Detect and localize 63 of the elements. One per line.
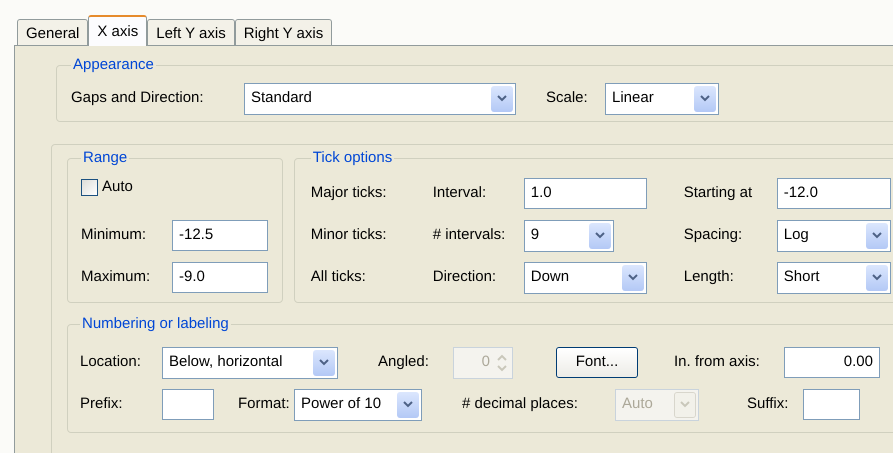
prefix-field[interactable]	[162, 389, 214, 420]
dropdown-arrow-button[interactable]	[694, 86, 716, 112]
field-label: Angled:	[378, 352, 430, 372]
field-label: Spacing:	[684, 225, 744, 246]
field-label: Scale:	[546, 88, 589, 108]
dropdown[interactable]: Short	[776, 262, 891, 294]
tab[interactable]: General	[17, 19, 88, 45]
field-label: Direction:	[432, 267, 498, 288]
group-title: Numbering or labeling	[81, 314, 230, 334]
field-label: Minor ticks:	[310, 225, 388, 246]
field-label: # decimal places:	[462, 394, 579, 414]
field-label: Length:	[684, 267, 735, 288]
text-field[interactable]: 0.00	[784, 347, 880, 378]
tab[interactable]: X axis	[88, 15, 148, 46]
dropdown[interactable]: Linear	[605, 82, 719, 114]
chevron-down-icon	[594, 232, 605, 239]
field-label: Prefix:	[80, 394, 124, 414]
field-label: Maximum:	[81, 267, 152, 288]
field-label: In. from axis:	[674, 352, 761, 372]
chevron-down-icon	[700, 95, 710, 102]
field-label: Format:	[238, 394, 291, 414]
dropdown[interactable]: Below, horizontal	[162, 346, 338, 378]
dropdown[interactable]: Down	[524, 262, 647, 294]
group-title: Appearance	[72, 55, 155, 75]
field-label: Minimum:	[81, 225, 148, 246]
dropdown[interactable]: 9	[524, 220, 614, 252]
tab[interactable]: Right Y axis	[234, 19, 332, 45]
field-label: Interval:	[432, 183, 488, 204]
chevron-down-icon	[319, 359, 329, 366]
chevron-down-icon	[403, 401, 413, 408]
checkbox[interactable]	[81, 179, 98, 196]
field-label: All ticks:	[310, 267, 367, 288]
dropdown-arrow-button[interactable]	[491, 86, 513, 112]
chevron-down-icon	[680, 401, 690, 408]
dropdown[interactable]: Log	[776, 220, 891, 252]
dropdown-arrow-button[interactable]	[397, 392, 419, 418]
dropdown-arrow-button[interactable]	[622, 264, 644, 290]
field-label: Suffix:	[747, 394, 790, 414]
dropdown-arrow-button[interactable]	[866, 222, 888, 248]
group-title: Range	[82, 148, 128, 168]
field-label: Location:	[80, 352, 142, 372]
chevron-down-icon	[497, 95, 507, 102]
text-field[interactable]: 1.0	[524, 178, 647, 209]
chevron-down-icon	[628, 274, 638, 281]
dropdown-arrow-button[interactable]	[866, 264, 888, 290]
text-field[interactable]: -12.0	[776, 178, 891, 209]
checkbox-label: Auto	[102, 177, 133, 198]
text-field[interactable]: -12.5	[172, 220, 268, 251]
dropdown-arrow-button[interactable]	[313, 350, 335, 376]
chevron-down-icon	[872, 274, 882, 281]
font-button[interactable]: Font...	[556, 347, 638, 378]
tab[interactable]: Left Y axis	[147, 19, 235, 45]
field-label: Starting at	[684, 183, 754, 204]
suffix-field[interactable]	[803, 389, 860, 420]
field-label: Major ticks:	[310, 183, 388, 204]
dropdown[interactable]: Standard	[244, 82, 516, 114]
dropdown[interactable]: Power of 10	[294, 388, 422, 420]
text-field[interactable]: -9.0	[172, 262, 268, 293]
field-label: Gaps and Direction:	[71, 88, 205, 108]
dropdown-arrow-button[interactable]	[588, 222, 611, 248]
group-title: Tick options	[312, 148, 394, 168]
chevron-down-icon	[872, 232, 882, 239]
field-label: # intervals:	[432, 225, 506, 246]
